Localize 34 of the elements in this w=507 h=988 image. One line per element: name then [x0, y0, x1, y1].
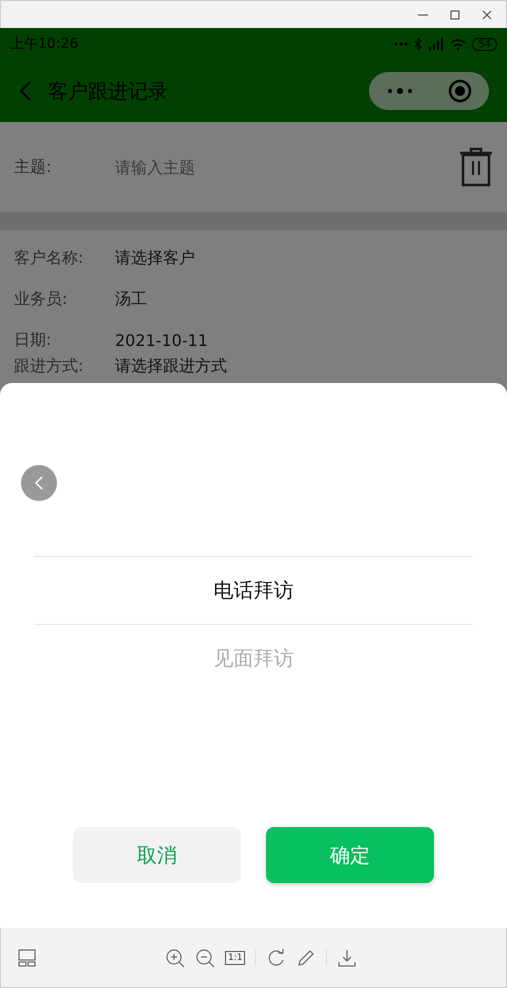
bluetooth-icon	[414, 38, 422, 50]
field-value[interactable]: 请选择客户	[115, 248, 195, 269]
field-label: 客户名称:	[14, 248, 84, 269]
trash-icon[interactable]	[459, 147, 493, 187]
signal-icon	[428, 38, 444, 50]
layout-icon[interactable]	[17, 948, 37, 968]
field-label: 业务员:	[14, 289, 68, 310]
cancel-button[interactable]: 取消	[73, 827, 241, 883]
dots-icon	[394, 41, 408, 47]
field-label: 跟进方式:	[14, 357, 84, 376]
capsule-menu[interactable]	[369, 72, 489, 110]
status-time: 上午10:26	[10, 35, 78, 53]
pencil-icon[interactable]	[296, 948, 316, 968]
confirm-button[interactable]: 确定	[266, 827, 434, 883]
record-icon[interactable]	[448, 79, 472, 103]
subject-input[interactable]: 请输入主题	[115, 158, 459, 176]
battery-level: 54	[472, 38, 497, 50]
close-icon[interactable]	[480, 8, 494, 22]
field-value[interactable]: 请选择跟进方式	[115, 357, 227, 376]
picker-option[interactable]: 电话拜访	[34, 557, 473, 625]
rotate-icon[interactable]	[266, 948, 286, 968]
more-icon[interactable]	[386, 87, 412, 95]
actual-size-button[interactable]: 1:1	[225, 950, 246, 964]
maximize-icon[interactable]	[448, 8, 462, 22]
page-title: 客户跟进记录	[48, 78, 169, 104]
field-value[interactable]: 2021-10-11	[115, 331, 208, 350]
back-icon[interactable]	[21, 465, 57, 501]
zoom-out-icon[interactable]	[195, 948, 215, 968]
field-label: 日期:	[14, 330, 52, 351]
field-label: 主题:	[14, 156, 52, 178]
wifi-icon	[450, 38, 466, 50]
field-value[interactable]: 汤工	[115, 289, 147, 310]
download-icon[interactable]	[337, 948, 358, 968]
zoom-in-icon[interactable]	[165, 948, 185, 968]
